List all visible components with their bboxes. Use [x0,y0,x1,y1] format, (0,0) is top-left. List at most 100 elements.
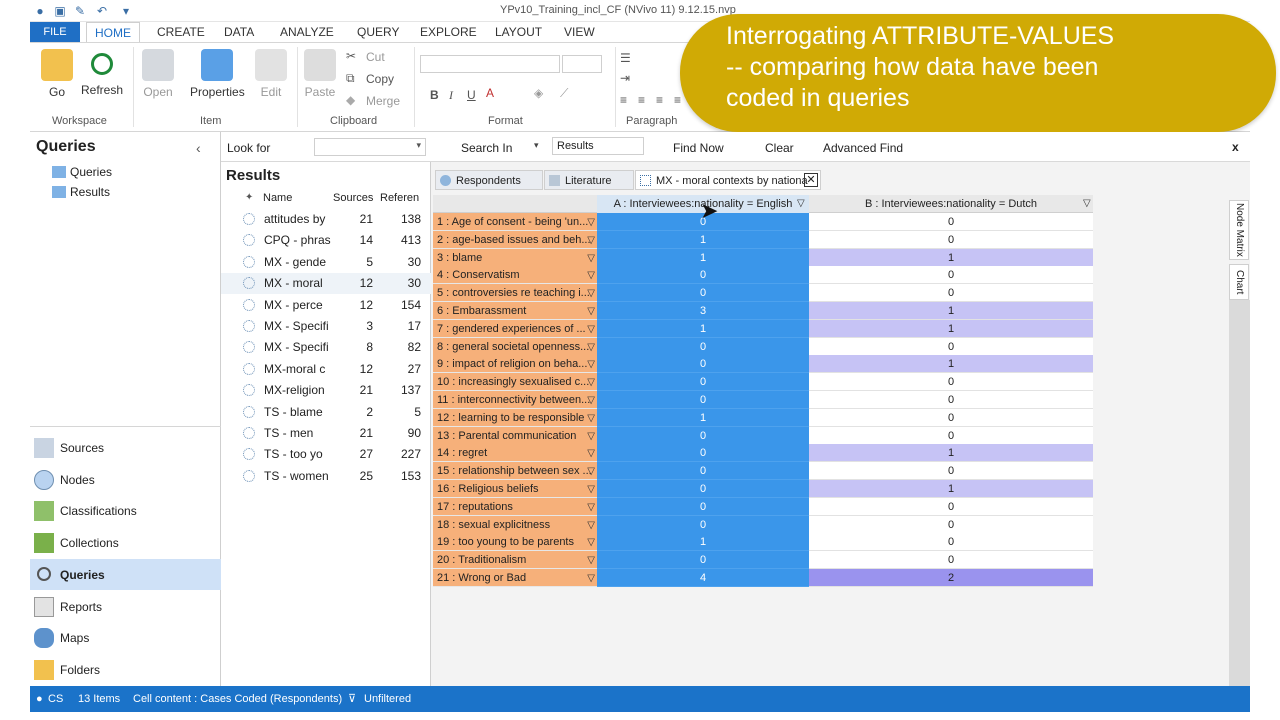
matrix-row-header[interactable]: 9 : impact of religion on beha... ▽ [433,355,597,374]
matrix-cell-b[interactable]: 0 [809,497,1093,516]
edit-button[interactable]: Edit [246,49,296,99]
filter-icon[interactable]: ▽ [587,303,595,319]
align-left-icon[interactable]: ≡ [620,93,627,107]
filter-icon[interactable]: ▽ [587,463,595,479]
matrix-cell-a[interactable]: 0 [597,284,809,303]
matrix-cell-a[interactable]: 0 [597,497,809,516]
filter-icon[interactable]: ▽ [797,198,805,209]
nav-nodes[interactable]: Nodes [30,464,221,495]
matrix-cell-a[interactable]: 0 [597,391,809,409]
matrix-cell-b[interactable]: 0 [809,533,1093,552]
nav-maps[interactable]: Maps [30,622,221,653]
matrix-cell-a[interactable]: 0 [597,355,809,374]
matrix-cell-a[interactable]: 1 [597,248,809,267]
cut-button[interactable]: Cut [366,50,385,64]
tab-create[interactable]: CREATE [157,22,205,42]
filter-icon[interactable]: ▽ [587,499,595,515]
matrix-cell-b[interactable]: 0 [809,373,1093,392]
list-item[interactable]: MX - gende 5 30 [221,252,431,273]
list-item[interactable]: TS - blame 2 5 [221,402,431,423]
justify-icon[interactable]: ≡ [674,93,681,107]
search-in-field[interactable]: Results [552,137,644,155]
matrix-cell-a[interactable]: 1 [597,230,809,249]
align-right-icon[interactable]: ≡ [656,93,663,107]
search-in-button[interactable]: Search In [461,141,512,155]
filter-icon[interactable]: ▽ [587,534,595,550]
side-tab-chart[interactable]: Chart [1229,264,1249,300]
matrix-row-header[interactable]: 14 : regret ▽ [433,444,597,463]
tab-explore[interactable]: EXPLORE [420,22,477,42]
bullets-icon[interactable]: ☰ [620,51,631,65]
matrix-cell-a[interactable]: 0 [597,515,809,534]
nav-tree-queries[interactable]: Queries [70,165,112,179]
merge-button[interactable]: Merge [366,94,400,108]
list-item[interactable]: MX - perce 12 154 [221,295,431,316]
edit-icon[interactable]: ✎ [72,3,88,19]
matrix-cell-a[interactable]: 3 [597,302,809,320]
matrix-cell-a[interactable]: 0 [597,426,809,445]
matrix-row-header[interactable]: 19 : too young to be parents ▽ [433,533,597,552]
matrix-cell-a[interactable]: 1 [597,533,809,552]
tab-query[interactable]: QUERY [357,22,399,42]
bold-button[interactable]: B [430,88,439,102]
paste-button[interactable]: Paste [295,49,345,99]
matrix-row-header[interactable]: 12 : learning to be responsible ▽ [433,408,597,427]
list-item[interactable]: MX - Specifi 3 17 [221,316,431,337]
list-item[interactable]: CPQ - phras 14 413 [221,230,431,251]
matrix-cell-b[interactable]: 0 [809,337,1093,356]
matrix-cell-b[interactable]: 0 [809,284,1093,303]
filter-icon[interactable]: ▽ [587,428,595,444]
matrix-cell-a[interactable]: 0 [597,462,809,481]
close-tab-icon[interactable]: ✕ [804,173,818,187]
customize-quick-access-icon[interactable]: ▾ [118,3,134,19]
matrix-cell-a[interactable]: 0 [597,373,809,392]
nav-classifications[interactable]: Classifications [30,495,221,526]
side-tab-node-matrix[interactable]: Node Matrix [1229,200,1249,260]
clear-button[interactable]: Clear [765,141,794,155]
filter-icon[interactable]: ▽ [587,517,595,533]
tab-file[interactable]: FILE [30,22,80,42]
font-color-icon[interactable]: A [486,86,494,100]
column-name[interactable]: Name [263,192,292,204]
nav-sources[interactable]: Sources [30,432,221,463]
open-button[interactable]: Open [133,49,183,99]
advanced-find-button[interactable]: Advanced Find [823,141,903,155]
matrix-cell-b[interactable]: 0 [809,213,1093,231]
look-for-input[interactable]: ▾ [314,138,426,156]
matrix-cell-b[interactable]: 1 [809,302,1093,320]
matrix-cell-b[interactable]: 1 [809,248,1093,267]
filter-icon[interactable]: ▽ [587,250,595,266]
matrix-cell-a[interactable]: 0 [597,337,809,356]
filter-icon[interactable]: ▽ [587,339,595,355]
tab-home[interactable]: HOME [86,22,140,42]
list-item[interactable]: TS - too yo 27 227 [221,444,431,465]
filter-icon[interactable]: ▽ [587,552,595,568]
filter-icon[interactable]: ▽ [587,285,595,301]
close-find-button[interactable]: x [1232,140,1239,154]
matrix-cell-b[interactable]: 2 [809,569,1093,587]
underline-button[interactable]: U [467,88,476,102]
matrix-cell-b[interactable]: 1 [809,355,1093,374]
nav-collections[interactable]: Collections [30,527,221,558]
column-header-b[interactable]: B : Interviewees:nationality = Dutch [809,195,1093,213]
tab-matrix-results[interactable]: MX - moral contexts by nationa [635,170,821,190]
column-references[interactable]: Referen [380,192,419,204]
tab-analyze[interactable]: ANALYZE [280,22,334,42]
filter-icon[interactable]: ▽ [587,445,595,461]
matrix-cell-b[interactable]: 0 [809,551,1093,570]
filter-icon[interactable]: ▽ [587,374,595,390]
nav-folders[interactable]: Folders [30,654,221,685]
nav-queries[interactable]: Queries [30,559,221,590]
filter-icon[interactable]: ▽ [587,570,595,586]
tab-view[interactable]: VIEW [564,22,595,42]
list-item[interactable]: MX - moral 12 30 [221,273,431,295]
matrix-row-header[interactable]: 5 : controversies re teaching i... ▽ [433,284,597,303]
filter-icon[interactable]: ▽ [587,392,595,408]
filter-icon[interactable]: ▽ [587,481,595,497]
matrix-row-header[interactable]: 16 : Religious beliefs ▽ [433,480,597,498]
collapse-chevron-icon[interactable]: ‹ [196,140,201,156]
matrix-cell-b[interactable]: 0 [809,266,1093,285]
font-size-select[interactable] [562,55,602,73]
matrix-cell-b[interactable]: 0 [809,515,1093,534]
filter-icon[interactable]: ▽ [587,232,595,248]
